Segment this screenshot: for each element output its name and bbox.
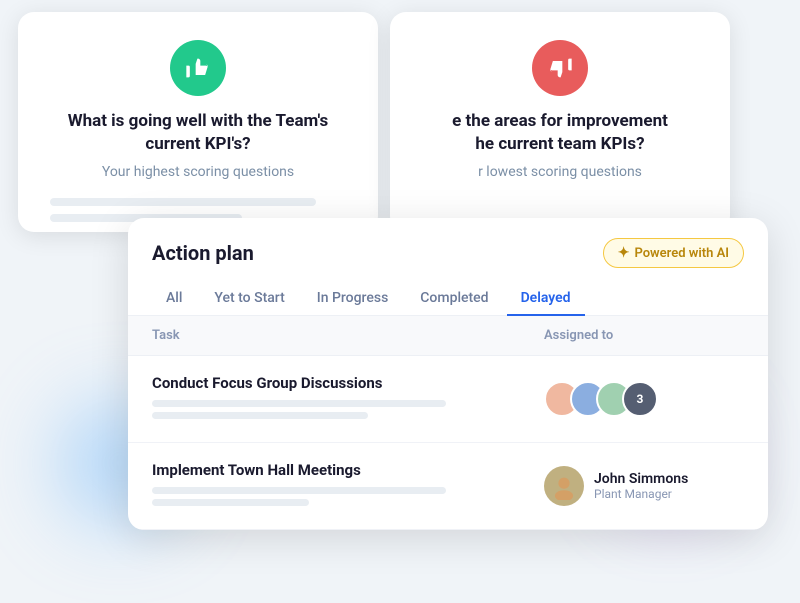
thumbs-up-icon bbox=[170, 40, 226, 96]
line-1 bbox=[50, 198, 316, 206]
sparkle-icon: ✦ bbox=[618, 245, 630, 261]
task-info-1: Conduct Focus Group Discussions bbox=[152, 374, 544, 424]
scene: What is going well with the Team's curre… bbox=[0, 0, 800, 603]
task-name-2: Implement Town Hall Meetings bbox=[152, 461, 544, 479]
task-bar-1b bbox=[152, 412, 368, 419]
task-name-1: Conduct Focus Group Discussions bbox=[152, 374, 544, 392]
assignee-name: John Simmons bbox=[594, 471, 688, 487]
thumbs-down-icon bbox=[532, 40, 588, 96]
assignee-role: Plant Manager bbox=[594, 487, 688, 501]
avatar-count: 3 bbox=[622, 381, 658, 417]
tab-delayed[interactable]: Delayed bbox=[507, 282, 585, 316]
kpi-good-card: What is going well with the Team's curre… bbox=[18, 12, 378, 232]
kpi-improve-subtitle: r lowest scoring questions bbox=[422, 164, 698, 180]
table-row: Conduct Focus Group Discussions 3 bbox=[128, 356, 768, 443]
col-assigned-header: Assigned to bbox=[544, 328, 744, 343]
task-info-2: Implement Town Hall Meetings bbox=[152, 461, 544, 511]
kpi-good-subtitle: Your highest scoring questions bbox=[50, 164, 346, 180]
kpi-good-title: What is going well with the Team's curre… bbox=[50, 110, 346, 156]
tab-in-progress[interactable]: In Progress bbox=[303, 282, 403, 316]
assignee-info: John Simmons Plant Manager bbox=[594, 471, 688, 501]
tab-completed[interactable]: Completed bbox=[406, 282, 502, 316]
tab-all[interactable]: All bbox=[152, 282, 196, 316]
avatar-group-1: 3 bbox=[544, 381, 658, 417]
assignee-avatar bbox=[544, 466, 584, 506]
table-row: Implement Town Hall Meetings John Simmon… bbox=[128, 443, 768, 530]
ai-badge: ✦ Powered with AI bbox=[603, 238, 744, 268]
assigned-col-1: 3 bbox=[544, 381, 744, 417]
task-bar-2a bbox=[152, 487, 446, 494]
task-bar-1a bbox=[152, 400, 446, 407]
kpi-improve-card: e the areas for improvement he current t… bbox=[390, 12, 730, 232]
single-assignee: John Simmons Plant Manager bbox=[544, 466, 688, 506]
action-plan-card: Action plan ✦ Powered with AI All Yet to… bbox=[128, 218, 768, 530]
assigned-col-2: John Simmons Plant Manager bbox=[544, 466, 744, 506]
kpi-improve-title: e the areas for improvement he current t… bbox=[422, 110, 698, 156]
col-task-header: Task bbox=[152, 328, 544, 343]
task-bar-2b bbox=[152, 499, 309, 506]
action-plan-header: Action plan ✦ Powered with AI bbox=[128, 218, 768, 268]
tab-yet-to-start[interactable]: Yet to Start bbox=[200, 282, 298, 316]
table-header: Task Assigned to bbox=[128, 316, 768, 356]
action-plan-title: Action plan bbox=[152, 241, 254, 265]
tabs-bar: All Yet to Start In Progress Completed D… bbox=[128, 268, 768, 316]
